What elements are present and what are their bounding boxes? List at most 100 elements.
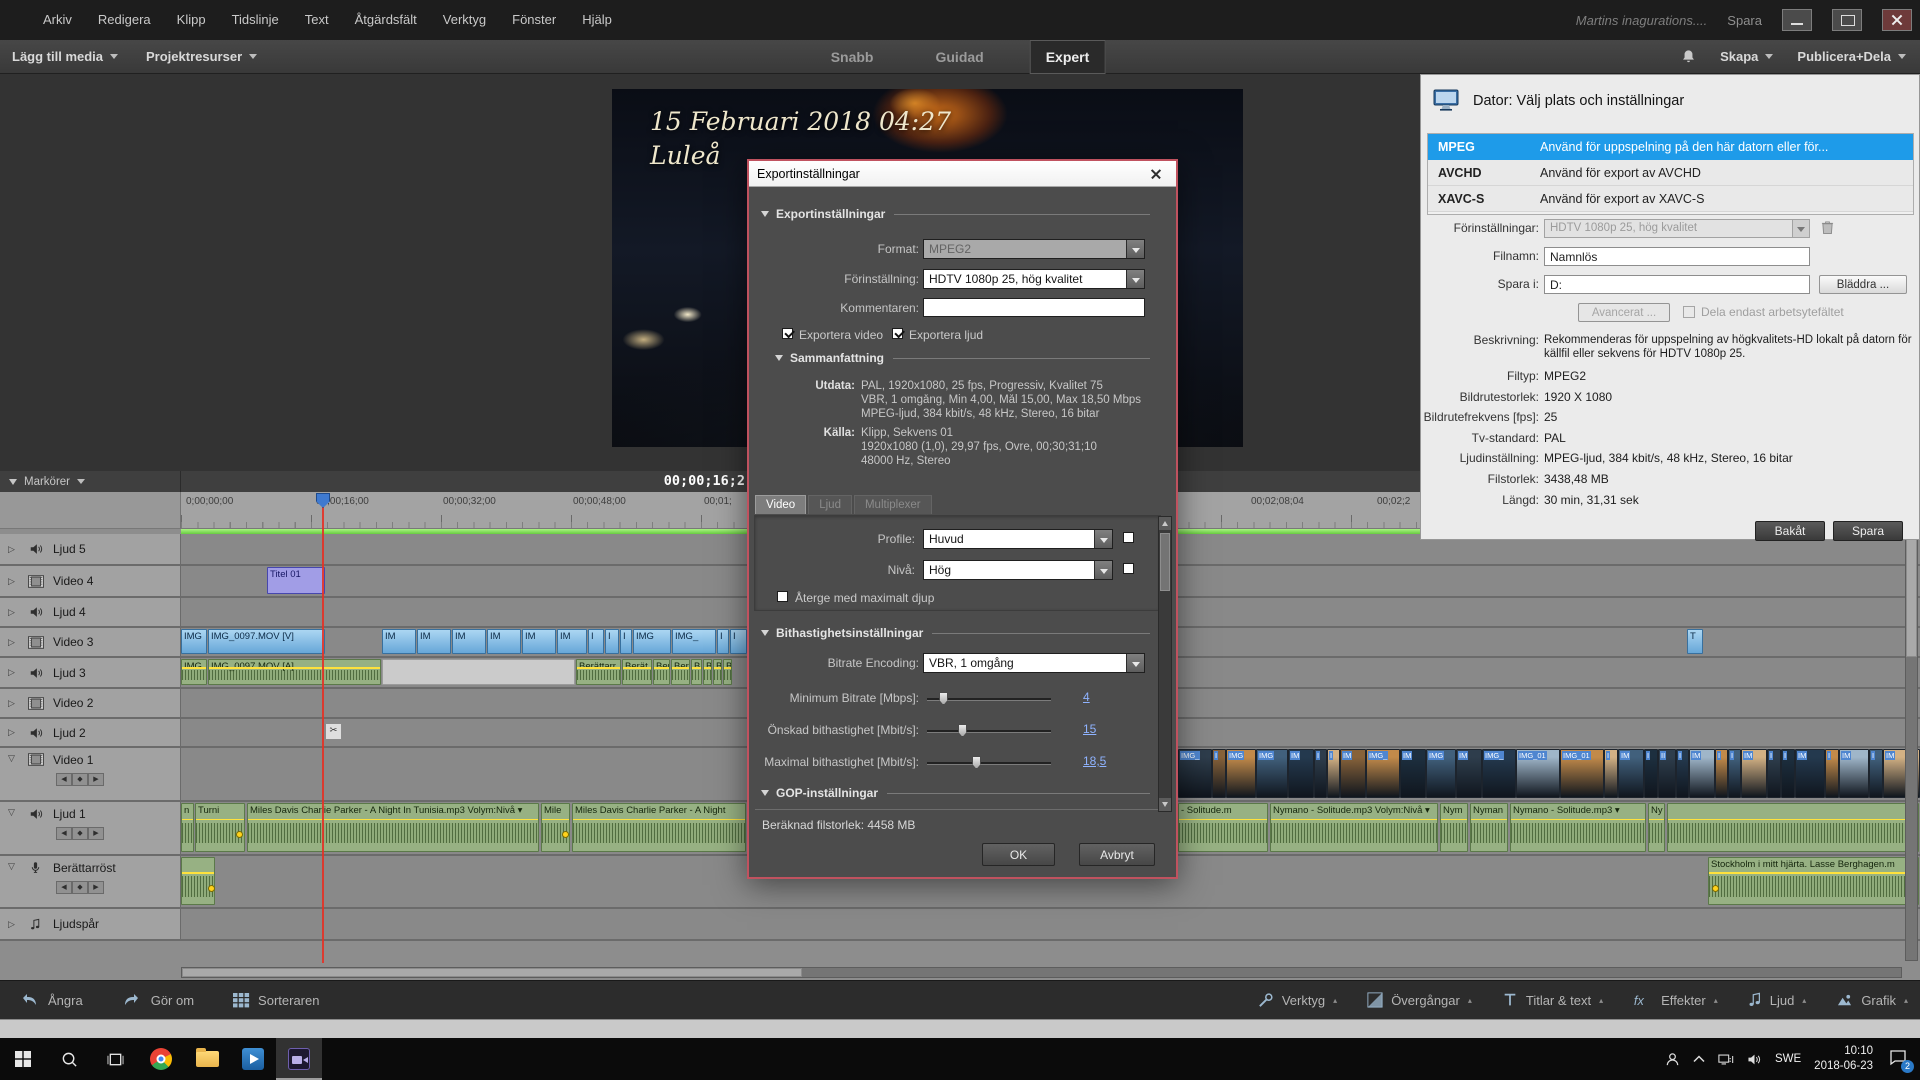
language-indicator[interactable]: SWE [1775, 1053, 1801, 1065]
menu-f-nster[interactable]: Fönster [499, 0, 569, 40]
clip-audio[interactable]: Nymano - Solitude.mp3 Volym:Nivå ▾ [1270, 803, 1438, 852]
bitrate-slider[interactable] [927, 762, 1051, 765]
photo-clip[interactable]: I [1604, 749, 1618, 798]
clip-audio[interactable]: - Solitude.m [1178, 803, 1268, 852]
cancel-button[interactable]: Avbryt [1079, 843, 1155, 866]
collapse-icon[interactable]: ▽ [8, 861, 18, 872]
prev-keyframe-button[interactable]: ◀ [56, 773, 72, 786]
clip-video[interactable]: I [588, 629, 604, 654]
photo-clip[interactable]: I [1644, 749, 1658, 798]
menu-redigera[interactable]: Redigera [85, 0, 164, 40]
clip-audio[interactable]: Berät [622, 659, 652, 685]
vertical-scrollbar[interactable] [1905, 534, 1918, 961]
slider-thumb[interactable] [958, 724, 967, 737]
ok-button[interactable]: OK [982, 843, 1055, 866]
track-lane-ljudsp-r[interactable] [0, 909, 1920, 939]
menu-tg-rdsf-lt[interactable]: Åtgärdsfält [342, 0, 430, 40]
clip-audio[interactable]: Miles Davis Charlie Parker - A Night In … [247, 803, 539, 852]
photo-clip[interactable]: IMG_01 [1516, 749, 1560, 798]
clip-tool[interactable]: ✂ [325, 723, 342, 740]
close-window-button[interactable] [1882, 9, 1912, 31]
clip-video[interactable]: IMG [181, 629, 207, 654]
clip-audio[interactable] [1667, 803, 1919, 852]
close-icon[interactable] [1144, 165, 1168, 183]
clip-audio[interactable]: Miles Davis Charlie Parker - A Night [572, 803, 746, 852]
section-gop[interactable]: GOP-inställningar [761, 786, 1150, 800]
max-depth-checkbox[interactable] [777, 591, 788, 602]
clip-audio[interactable]: B [691, 659, 702, 685]
export-audio-checkbox[interactable] [892, 328, 903, 339]
photo-clip[interactable]: IM [1839, 749, 1869, 798]
clip-audio[interactable]: Mile [541, 803, 570, 852]
grafik-button[interactable]: Grafik▴ [1836, 992, 1908, 1009]
photo-clip[interactable]: IM [1288, 749, 1314, 798]
clip-audio[interactable]: Stockholm i mitt hjärta. Lasse Berghagen… [1708, 857, 1919, 905]
track-header-video-2[interactable]: ▷Video 2 [0, 689, 181, 717]
track-header-ljud-4[interactable]: ▷Ljud 4 [0, 598, 181, 626]
save-button[interactable]: Spara [1833, 521, 1903, 541]
person-icon[interactable] [1665, 1052, 1680, 1067]
preset-select[interactable]: HDTV 1080p 25, hög kvalitet [923, 269, 1145, 289]
menu-arkiv[interactable]: Arkiv [30, 0, 85, 40]
menu-verktyg[interactable]: Verktyg [430, 0, 499, 40]
ngra-button[interactable]: Ångra [18, 992, 83, 1008]
photo-clip[interactable]: IM [1741, 749, 1767, 798]
photo-clip[interactable]: IM [1456, 749, 1482, 798]
keyframe-dot[interactable] [208, 885, 215, 892]
profile-checkbox[interactable] [1123, 532, 1134, 543]
photo-clip[interactable]: I [1676, 749, 1689, 798]
volume-icon[interactable] [1747, 1053, 1762, 1066]
dialog-titlebar[interactable]: Exportinställningar [749, 161, 1176, 187]
photo-clip[interactable]: I [1314, 749, 1327, 798]
track-header-ber-ttarr-st[interactable]: ▽Berättarröst◀◆▶ [0, 856, 181, 907]
clip-audio[interactable]: B [723, 659, 732, 685]
level-select[interactable]: Hög [923, 560, 1113, 580]
clip-video[interactable]: IM [417, 629, 451, 654]
format-option-xavc-s[interactable]: XAVC-SAnvänd för export av XAVC-S [1428, 186, 1913, 212]
expand-icon[interactable]: ▷ [8, 919, 18, 930]
photo-clip[interactable]: I [1781, 749, 1795, 798]
clip-audio[interactable]: IMG_0097.MOV [A] [208, 659, 381, 685]
next-keyframe-button[interactable]: ▶ [88, 773, 104, 786]
clip-video[interactable]: IMG_ [672, 629, 716, 654]
clip-video[interactable]: I [717, 629, 729, 654]
project-assets-button[interactable]: Projektresurser [146, 49, 257, 64]
clip-audio[interactable]: Nym [1440, 803, 1468, 852]
expand-icon[interactable]: ▷ [8, 607, 18, 618]
caret-up-icon[interactable] [1693, 1055, 1705, 1063]
add-media-button[interactable]: Lägg till media [12, 49, 118, 64]
tab-video[interactable]: Video [755, 495, 806, 514]
playhead-line[interactable] [322, 495, 324, 963]
section-bitrate[interactable]: Bithastighetsinställningar [761, 626, 1150, 640]
menu-tidslinje[interactable]: Tidslinje [219, 0, 292, 40]
dialog-scrollbar[interactable] [1158, 516, 1172, 812]
expand-icon[interactable]: ▷ [8, 576, 18, 587]
tab-snabb[interactable]: Snabb [815, 40, 890, 74]
track-header-video-1[interactable]: ▽Video 1◀◆▶ [0, 748, 181, 800]
photo-clip[interactable]: I [1728, 749, 1741, 798]
scrollbar-thumb[interactable] [1160, 533, 1170, 591]
clip-video[interactable]: T [1687, 629, 1703, 654]
format-option-mpeg[interactable]: MPEGAnvänd för uppspelning på den här da… [1428, 134, 1913, 160]
expand-icon[interactable]: ▷ [8, 667, 18, 678]
track-header-video-4[interactable]: ▷Video 4 [0, 566, 181, 596]
menu-text[interactable]: Text [292, 0, 342, 40]
photo-clip[interactable]: IMG_01 [1560, 749, 1604, 798]
photo-clip[interactable]: IM [1689, 749, 1715, 798]
slider-thumb[interactable] [972, 756, 981, 769]
network-icon[interactable] [1718, 1053, 1734, 1066]
sorteraren-button[interactable]: Sorteraren [232, 992, 319, 1008]
bitrate-slider[interactable] [927, 730, 1051, 733]
keyframe-dot[interactable] [1712, 885, 1719, 892]
clock[interactable]: 10:10 2018-06-23 [1814, 1044, 1873, 1074]
clip-audio[interactable]: Ber [653, 659, 670, 685]
photo-clip[interactable]: I [1825, 749, 1839, 798]
maximize-button[interactable] [1832, 9, 1862, 31]
action-center-icon[interactable]: 2 [1886, 1047, 1910, 1071]
export-video-checkbox[interactable] [782, 328, 793, 339]
verktyg-button[interactable]: Verktyg▴ [1257, 992, 1337, 1009]
explorer-taskbar-icon[interactable] [184, 1038, 230, 1080]
clip-audio[interactable]: Nyman [1470, 803, 1508, 852]
clip-video[interactable]: IMG_0097.MOV [V] [208, 629, 325, 654]
level-checkbox[interactable] [1123, 563, 1134, 574]
